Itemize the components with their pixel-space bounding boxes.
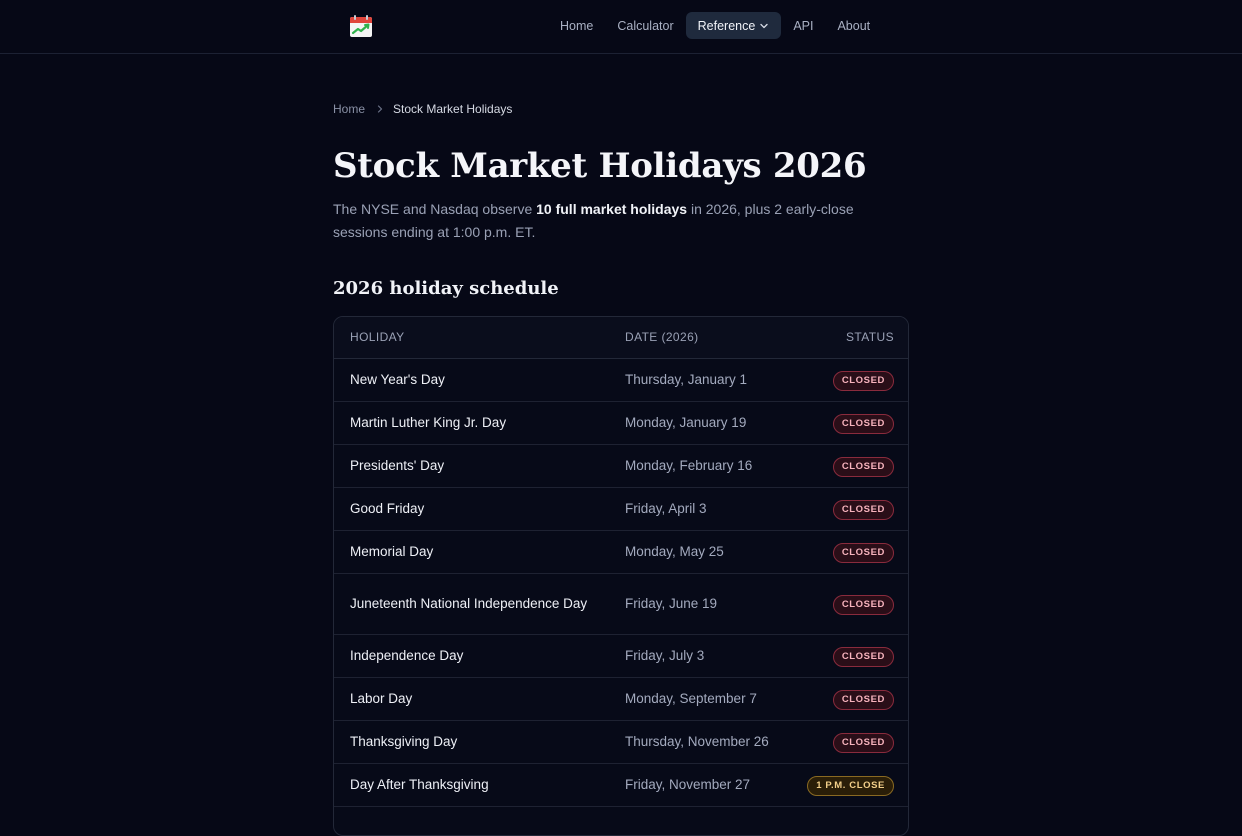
intro-text-start: The NYSE and Nasdaq observe bbox=[333, 201, 537, 217]
breadcrumb-home-link[interactable]: Home bbox=[333, 102, 365, 116]
nav-reference-label: Reference bbox=[697, 18, 756, 33]
table-row: Labor Day Monday, September 7 CLOSED bbox=[334, 677, 908, 721]
nav-reference-dropdown[interactable]: Reference bbox=[685, 12, 782, 39]
status-cell: CLOSED bbox=[799, 677, 908, 721]
holiday-name: Labor Day bbox=[334, 677, 609, 721]
holiday-date: Monday, February 16 bbox=[609, 444, 799, 488]
column-header-date: DATE (2026) bbox=[609, 317, 799, 359]
nav-calculator[interactable]: Calculator bbox=[605, 12, 685, 39]
holiday-date: Monday, September 7 bbox=[609, 677, 799, 721]
holiday-name: Independence Day bbox=[334, 634, 609, 678]
nav-api-label: API bbox=[793, 18, 814, 33]
status-cell: CLOSED bbox=[799, 634, 908, 678]
status-cell: CLOSED bbox=[799, 573, 908, 635]
status-badge: CLOSED bbox=[832, 542, 894, 563]
intro-highlight: 10 full market holidays bbox=[536, 201, 688, 217]
holiday-name: Good Friday bbox=[334, 487, 609, 531]
holiday-date: Friday, July 3 bbox=[609, 634, 799, 678]
main-nav: Home Calculator Reference API About bbox=[548, 12, 882, 39]
nav-home-label: Home bbox=[560, 18, 594, 33]
column-header-status: STATUS bbox=[799, 317, 908, 359]
table-row: Day After Thanksgiving Friday, November … bbox=[334, 763, 908, 807]
status-cell: CLOSED bbox=[799, 530, 908, 574]
breadcrumb: Home Stock Market Holidays bbox=[333, 102, 512, 116]
status-cell: CLOSED bbox=[799, 720, 908, 764]
chevron-down-icon bbox=[760, 23, 768, 28]
status-cell: 1 P.M. CLOSE bbox=[799, 763, 908, 807]
holiday-date: Thursday, January 1 bbox=[609, 358, 799, 402]
table-row: Juneteenth National Independence Day Fri… bbox=[334, 573, 908, 635]
status-badge: 1 P.M. CLOSE bbox=[807, 775, 894, 796]
status-badge: CLOSED bbox=[832, 370, 894, 391]
holiday-name: New Year's Day bbox=[334, 358, 609, 402]
schedule-heading: 2026 holiday schedule bbox=[333, 278, 559, 299]
holiday-name: Presidents' Day bbox=[334, 444, 609, 488]
nav-about-label: About bbox=[837, 18, 871, 33]
status-cell: CLOSED bbox=[799, 444, 908, 488]
nav-api[interactable]: API bbox=[781, 12, 825, 39]
holiday-date: Friday, November 27 bbox=[609, 763, 799, 807]
status-badge: CLOSED bbox=[832, 646, 894, 667]
status-cell: CLOSED bbox=[799, 401, 908, 445]
table-row: Presidents' Day Monday, February 16 CLOS… bbox=[334, 444, 908, 488]
table-row: Martin Luther King Jr. Day Monday, Janua… bbox=[334, 401, 908, 445]
status-badge: CLOSED bbox=[832, 732, 894, 753]
holiday-name: Day After Thanksgiving bbox=[334, 763, 609, 807]
holiday-date: Thursday, November 26 bbox=[609, 720, 799, 764]
holiday-date: Friday, April 3 bbox=[609, 487, 799, 531]
table-row: Independence Day Friday, July 3 CLOSED bbox=[334, 634, 908, 678]
chevron-right-icon bbox=[377, 105, 383, 113]
holiday-table: HOLIDAY DATE (2026) STATUS New Year's Da… bbox=[333, 316, 909, 836]
status-badge: CLOSED bbox=[832, 499, 894, 520]
holiday-name: Juneteenth National Independence Day bbox=[334, 573, 609, 635]
status-badge: CLOSED bbox=[832, 689, 894, 710]
calendar-chart-icon[interactable] bbox=[349, 14, 373, 38]
table-row: Good Friday Friday, April 3 CLOSED bbox=[334, 487, 908, 531]
nav-about[interactable]: About bbox=[825, 12, 882, 39]
top-navigation-bar: Home Calculator Reference API About bbox=[0, 0, 1242, 54]
status-badge: CLOSED bbox=[832, 413, 894, 434]
holiday-name: Memorial Day bbox=[334, 530, 609, 574]
table-row: Memorial Day Monday, May 25 CLOSED bbox=[334, 530, 908, 574]
holiday-name: Martin Luther King Jr. Day bbox=[334, 401, 609, 445]
intro-paragraph: The NYSE and Nasdaq observe 10 full mark… bbox=[333, 198, 893, 244]
table-header-row: HOLIDAY DATE (2026) STATUS bbox=[334, 317, 908, 359]
status-cell: CLOSED bbox=[799, 487, 908, 531]
page-title: Stock Market Holidays 2026 bbox=[333, 146, 867, 186]
holiday-date: Monday, May 25 bbox=[609, 530, 799, 574]
holiday-name: Thanksgiving Day bbox=[334, 720, 609, 764]
status-badge: CLOSED bbox=[832, 456, 894, 477]
table-row: Thanksgiving Day Thursday, November 26 C… bbox=[334, 720, 908, 764]
nav-calculator-label: Calculator bbox=[617, 18, 674, 33]
nav-home[interactable]: Home bbox=[548, 12, 605, 39]
holiday-date: Monday, January 19 bbox=[609, 401, 799, 445]
status-cell: CLOSED bbox=[799, 358, 908, 402]
column-header-holiday: HOLIDAY bbox=[334, 317, 609, 359]
table-row: New Year's Day Thursday, January 1 CLOSE… bbox=[334, 358, 908, 402]
breadcrumb-current: Stock Market Holidays bbox=[393, 102, 513, 116]
holiday-date: Friday, June 19 bbox=[609, 573, 799, 635]
status-badge: CLOSED bbox=[832, 594, 894, 615]
